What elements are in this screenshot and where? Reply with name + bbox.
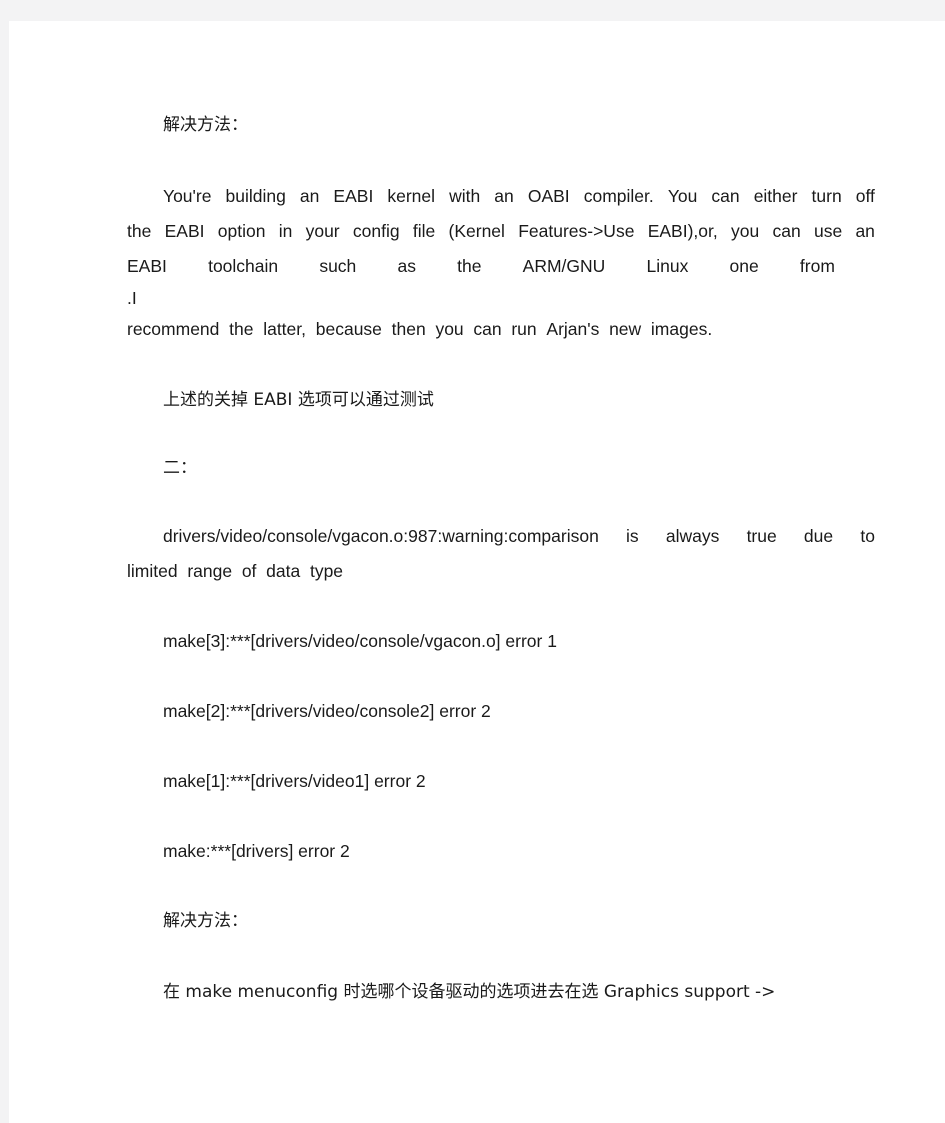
paragraph-english-explanation: You're building an EABI kernel with an O… <box>127 179 875 347</box>
heading-solution-2: 解决方法： <box>163 911 248 931</box>
word: EABI <box>164 221 205 241</box>
word: EABI),or, <box>647 221 718 241</box>
word: You're <box>163 186 212 206</box>
word: because <box>315 319 382 339</box>
english-line-3: EABI toolchain such as the ARM/GNU Linux… <box>127 249 875 284</box>
word: off <box>855 186 875 206</box>
word: file <box>412 221 436 241</box>
menuconfig-hint-text: 在 make menuconfig 时选哪个设备驱动的选项进去在选 Graphi… <box>163 982 776 1002</box>
english-line-1-words: You're building an EABI kernel with an O… <box>127 179 875 214</box>
word: true <box>746 526 777 546</box>
note-eabi-text: 上述的关掉 EABI 选项可以通过测试 <box>163 390 434 410</box>
word: Features->Use <box>518 221 635 241</box>
word: option <box>217 221 266 241</box>
paragraph-make-error-0: make:***[drivers] error 2 <box>127 834 875 869</box>
word: run <box>511 319 537 339</box>
make-error-line: make:***[drivers] error 2 <box>163 841 350 861</box>
word: config <box>352 221 400 241</box>
word: in <box>278 221 293 241</box>
word: type <box>309 561 344 581</box>
word: can <box>473 319 502 339</box>
word: You <box>667 186 698 206</box>
page-frame-top-band <box>0 0 945 21</box>
word: drivers/video/console/vgacon.o:987:warni… <box>163 526 599 546</box>
word: such <box>319 256 357 276</box>
word: an <box>855 221 875 241</box>
paragraph-make-error-1: make[1]:***[drivers/video1] error 2 <box>127 764 875 799</box>
word: you <box>731 221 760 241</box>
paragraph-solution-heading-2: 解决方法： <box>127 904 875 939</box>
paragraph-solution-heading-1: 解决方法： <box>127 108 875 143</box>
english-line-5: recommend the latter, because then you c… <box>127 312 875 347</box>
word: can <box>772 221 801 241</box>
word: Arjan's <box>546 319 600 339</box>
english-line-3-words: EABI toolchain such as the ARM/GNU Linux… <box>127 249 835 284</box>
paragraph-make-error-3: make[3]:***[drivers/video/console/vgacon… <box>127 624 875 659</box>
word: building <box>225 186 286 206</box>
paragraph-section-two-heading: 二： <box>127 451 875 486</box>
word: range <box>187 561 233 581</box>
word: an <box>494 186 514 206</box>
word: the <box>457 256 482 276</box>
warning-line-2-words: limited range of data type <box>127 554 875 589</box>
word: ARM/GNU <box>522 256 606 276</box>
english-line-2-words: the EABI option in your config file (Ker… <box>127 214 875 249</box>
word: always <box>665 526 720 546</box>
word: EABI <box>127 256 167 276</box>
word: either <box>753 186 798 206</box>
word: new <box>609 319 642 339</box>
word: you <box>435 319 464 339</box>
word: Linux <box>646 256 689 276</box>
word: OABI <box>527 186 570 206</box>
paragraph-note-eabi: 上述的关掉 EABI 选项可以通过测试 <box>127 383 875 418</box>
word: the <box>127 221 152 241</box>
word: due <box>803 526 834 546</box>
word: toolchain <box>208 256 279 276</box>
heading-solution-1: 解决方法： <box>163 115 248 135</box>
english-line-5-words: recommend the latter, because then you c… <box>127 312 875 347</box>
document-text-column: 解决方法： You're building an EABI kernel wit… <box>127 21 875 1010</box>
paragraph-make-error-2: make[2]:***[drivers/video/console2] erro… <box>127 694 875 729</box>
page-frame-left-strip <box>0 0 9 1123</box>
english-line-2: the EABI option in your config file (Ker… <box>127 214 875 249</box>
word: an <box>299 186 320 206</box>
page-sheet: 解决方法： You're building an EABI kernel wit… <box>9 21 945 1123</box>
word: then <box>391 319 426 339</box>
warning-line-1: drivers/video/console/vgacon.o:987:warni… <box>127 519 875 554</box>
word: (Kernel <box>448 221 505 241</box>
word: latter, <box>263 319 307 339</box>
word: use <box>813 221 843 241</box>
word: of <box>241 561 257 581</box>
word: with <box>449 186 481 206</box>
make-error-line: make[2]:***[drivers/video/console2] erro… <box>163 701 491 721</box>
word: one <box>729 256 759 276</box>
paragraph-menuconfig-hint: 在 make menuconfig 时选哪个设备驱动的选项进去在选 Graphi… <box>127 975 875 1010</box>
word: is <box>626 526 639 546</box>
english-line-4-orphan: .I <box>127 288 137 308</box>
word: images. <box>650 319 713 339</box>
warning-line-1-words: drivers/video/console/vgacon.o:987:warni… <box>127 519 875 554</box>
word: limited <box>127 561 178 581</box>
word: compiler. <box>583 186 654 206</box>
word: data <box>266 561 301 581</box>
word: to <box>860 526 875 546</box>
make-error-line: make[3]:***[drivers/video/console/vgacon… <box>163 631 557 651</box>
english-line-1: You're building an EABI kernel with an O… <box>127 179 875 214</box>
document-page: { "page": { "background_color": "#ffffff… <box>0 0 945 1123</box>
word: from <box>799 256 835 276</box>
word: your <box>305 221 340 241</box>
heading-section-two: 二： <box>163 458 197 478</box>
make-error-line: make[1]:***[drivers/video1] error 2 <box>163 771 426 791</box>
warning-line-2: limited range of data type <box>127 554 875 589</box>
word: recommend <box>127 319 220 339</box>
word: EABI <box>333 186 374 206</box>
paragraph-compiler-warning: drivers/video/console/vgacon.o:987:warni… <box>127 519 875 589</box>
word: kernel <box>387 186 436 206</box>
word: as <box>397 256 416 276</box>
word: turn <box>811 186 842 206</box>
word: can <box>711 186 740 206</box>
word: the <box>229 319 254 339</box>
